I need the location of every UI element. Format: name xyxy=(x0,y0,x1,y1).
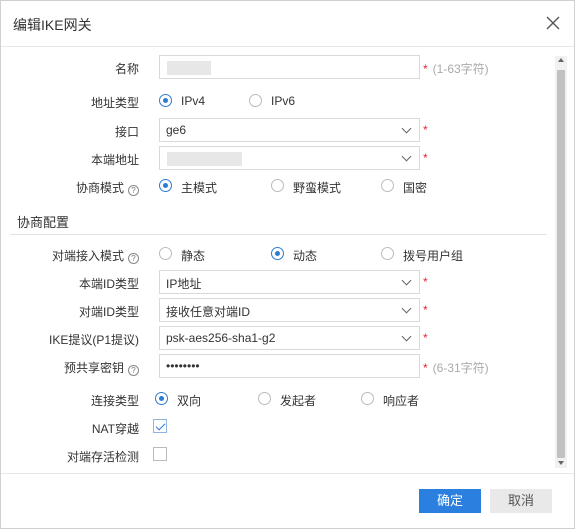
nat-traversal-checkbox[interactable] xyxy=(153,419,167,433)
dpd-row: 对端存活检测 xyxy=(1,443,551,467)
peer-access-mode-label: 对端接入模式? xyxy=(52,247,139,264)
peer-id-type-required: * xyxy=(423,303,428,317)
interface-value: ge6 xyxy=(166,123,187,137)
name-row: 名称 * (1-63字符) xyxy=(1,55,551,79)
local-address-row: 本端地址 * xyxy=(1,146,551,170)
local-address-blurred-value xyxy=(167,152,242,166)
name-blurred-value xyxy=(167,61,211,75)
psk-input[interactable]: •••••••• xyxy=(159,354,420,378)
scroll-up-arrow-icon[interactable] xyxy=(558,58,564,62)
peer-access-mode-radio-group: 静态 动态 拨号用户组 xyxy=(159,245,559,263)
local-id-type-value: IP地址 xyxy=(166,277,202,291)
psk-hint: (6-31字符) xyxy=(432,361,489,375)
psk-value: •••••••• xyxy=(166,359,200,373)
psk-required: * (6-31字符) xyxy=(423,361,489,375)
interface-required: * xyxy=(423,123,428,137)
local-address-label: 本端地址 xyxy=(90,153,139,167)
edit-ike-gateway-dialog: 编辑IKE网关 名称 * (1-63字符) 地址类型 IPv4 IPv6 接口 … xyxy=(0,0,575,529)
local-id-type-select[interactable]: IP地址 xyxy=(159,270,420,294)
interface-select[interactable]: ge6 xyxy=(159,118,420,142)
name-required: * (1-63字符) xyxy=(423,62,489,76)
ike-proposal-row: IKE提议(P1提议) psk-aes256-sha1-g2 * xyxy=(1,326,551,350)
nat-traversal-row: NAT穿越 xyxy=(1,415,551,439)
cancel-button[interactable]: 取消 xyxy=(490,489,552,513)
address-type-label: 地址类型 xyxy=(90,96,139,110)
dialog-title-bar: 编辑IKE网关 xyxy=(1,1,574,47)
local-id-type-required: * xyxy=(423,275,428,289)
peer-id-type-label: 对端ID类型 xyxy=(78,305,139,319)
nat-traversal-label: NAT穿越 xyxy=(91,422,139,436)
dialog-body: 名称 * (1-63字符) 地址类型 IPv4 IPv6 接口 ge6 * 本端… xyxy=(1,48,574,473)
ike-proposal-label: IKE提议(P1提议) xyxy=(48,333,139,347)
local-address-required: * xyxy=(423,151,428,165)
address-type-row: 地址类型 IPv4 IPv6 xyxy=(1,89,551,113)
peer-access-mode-row: 对端接入模式? 静态 动态 拨号用户组 xyxy=(1,242,551,266)
ike-proposal-required: * xyxy=(423,331,428,345)
name-label: 名称 xyxy=(114,62,139,76)
negotiation-mode-label: 协商模式? xyxy=(76,179,139,196)
peer-id-type-value: 接收任意对端ID xyxy=(166,305,251,319)
negotiation-mode-radio-group: 主模式 野蛮模式 国密 xyxy=(159,177,559,195)
name-input[interactable] xyxy=(159,55,420,79)
help-icon[interactable]: ? xyxy=(128,365,139,376)
peer-id-type-select[interactable]: 接收任意对端ID xyxy=(159,298,420,322)
interface-label: 接口 xyxy=(114,125,139,139)
negotiation-mode-row: 协商模式? 主模式 野蛮模式 国密 xyxy=(1,174,551,198)
section-title-negotiation: 协商配置 xyxy=(17,215,70,230)
ike-proposal-select[interactable]: psk-aes256-sha1-g2 xyxy=(159,326,420,350)
confirm-button[interactable]: 确定 xyxy=(419,489,481,513)
vertical-scrollbar[interactable] xyxy=(555,56,567,468)
local-address-select[interactable] xyxy=(159,146,420,170)
connection-type-radio-group: 双向 发起者 响应者 xyxy=(155,390,555,408)
dialog-footer: 确定 取消 xyxy=(1,473,574,528)
dpd-label: 对端存活检测 xyxy=(66,450,139,464)
peer-id-type-row: 对端ID类型 接收任意对端ID * xyxy=(1,298,551,322)
psk-label: 预共享密钥? xyxy=(64,359,139,376)
dpd-checkbox[interactable] xyxy=(153,447,167,461)
section-divider xyxy=(10,234,547,235)
connection-type-label: 连接类型 xyxy=(90,394,139,408)
help-icon[interactable]: ? xyxy=(128,253,139,264)
name-hint: (1-63字符) xyxy=(432,62,489,76)
ike-proposal-value: psk-aes256-sha1-g2 xyxy=(166,331,276,345)
psk-row: 预共享密钥? •••••••• * (6-31字符) xyxy=(1,354,551,378)
interface-row: 接口 ge6 * xyxy=(1,118,551,142)
local-id-type-row: 本端ID类型 IP地址 * xyxy=(1,270,551,294)
help-icon[interactable]: ? xyxy=(128,185,139,196)
connection-type-row: 连接类型 双向 发起者 响应者 xyxy=(1,387,551,411)
scrollbar-thumb[interactable] xyxy=(557,70,565,458)
close-icon[interactable] xyxy=(542,12,564,34)
scroll-down-arrow-icon[interactable] xyxy=(558,461,564,465)
address-type-radio-group: IPv4 IPv6 xyxy=(159,92,559,110)
local-id-type-label: 本端ID类型 xyxy=(78,277,139,291)
dialog-title: 编辑IKE网关 xyxy=(13,17,92,33)
